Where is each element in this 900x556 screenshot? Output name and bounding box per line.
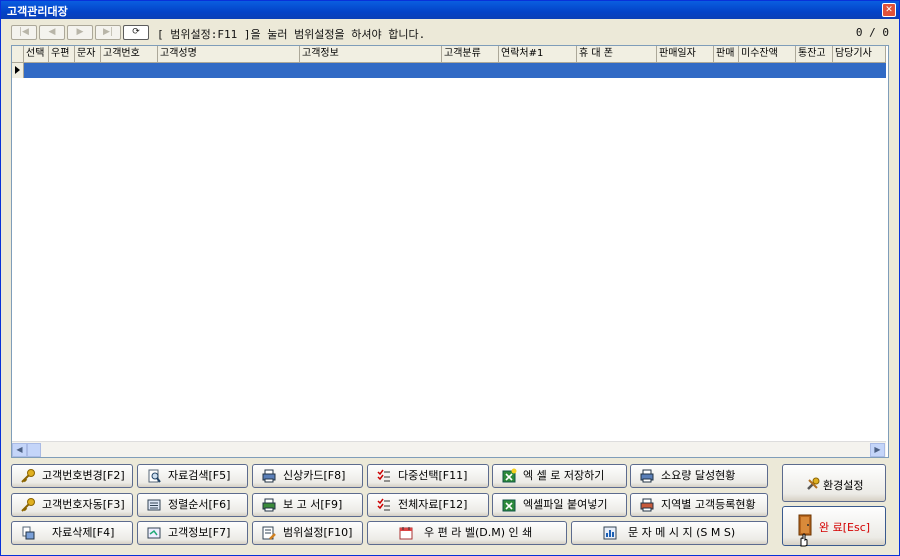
customer-grid[interactable]: 선택 우편 문자 고객번호 고객성명 고객정보 고객분류 연락처#1 휴 대 폰…	[11, 45, 889, 458]
calendar-icon	[399, 527, 413, 540]
done-button[interactable]: 완 료[Esc]	[782, 506, 886, 547]
search-icon	[148, 469, 161, 483]
scroll-right-icon[interactable]: ▶	[870, 443, 885, 457]
grid-header: 선택 우편 문자 고객번호 고객성명 고객정보 고객분류 연락처#1 휴 대 폰…	[12, 46, 886, 63]
row-pointer-icon	[12, 63, 24, 78]
main-window: 고객관리대장 ✕ |◀ ◀ ▶ ▶| ⟳ [ 범위설정:F11 ]을 눌러 범위…	[0, 0, 900, 556]
toolbar: |◀ ◀ ▶ ▶| ⟳ [ 범위설정:F11 ]을 눌러 범위설정을 하셔야 합…	[1, 19, 899, 45]
range-hint-text: [ 범위설정:F11 ]을 눌러 범위설정을 하셔야 합니다.	[157, 28, 426, 41]
excel-save-button[interactable]: 엑 셀 로 저장하기	[492, 464, 627, 488]
col-customer-name[interactable]: 고객성명	[158, 46, 300, 62]
report-button[interactable]: 보 고 서[F9]	[252, 493, 363, 517]
tools-icon	[807, 477, 820, 490]
col-customer-class[interactable]: 고객분류	[442, 46, 499, 62]
col-sale[interactable]: 판매	[714, 46, 739, 62]
col-balance[interactable]: 통잔고	[796, 46, 833, 62]
window-title: 고객관리대장	[7, 5, 68, 18]
col-manager[interactable]: 담당기사	[833, 46, 886, 62]
col-postal[interactable]: 우편	[49, 46, 75, 62]
next-record-icon[interactable]: ▶	[67, 25, 93, 40]
col-customer-info[interactable]: 고객정보	[300, 46, 442, 62]
scroll-left-icon[interactable]: ◀	[12, 443, 27, 457]
mail-label-print-button[interactable]: 우 편 라 벨(D.M) 인 쇄	[367, 521, 567, 545]
search-data-button[interactable]: 자료검색[F5]	[137, 464, 248, 488]
region-registration-button[interactable]: 지역별 고객등록현황	[630, 493, 768, 517]
printer-icon	[262, 498, 276, 512]
scroll-thumb[interactable]	[27, 443, 41, 457]
excel-save-icon	[502, 468, 517, 483]
col-mobile[interactable]: 휴 대 폰	[577, 46, 657, 62]
all-data-button[interactable]: 전체자료[F12]	[367, 493, 489, 517]
range-setting-button[interactable]: 범위설정[F10]	[252, 521, 363, 545]
edit-document-icon	[262, 526, 276, 540]
delete-data-button[interactable]: 자료삭제[F4]	[11, 521, 133, 545]
col-select[interactable]: 선택	[24, 46, 49, 62]
change-customer-no-button[interactable]: 고객번호변경[F2]	[11, 464, 133, 488]
bar-chart-icon	[603, 526, 617, 540]
printer-icon	[262, 469, 276, 483]
checklist-icon	[377, 498, 390, 511]
info-card-icon	[147, 527, 161, 539]
multi-select-button[interactable]: 다중선택[F11]	[367, 464, 489, 488]
delete-icon	[22, 526, 35, 540]
col-contact1[interactable]: 연락처#1	[499, 46, 577, 62]
col-sms[interactable]: 문자	[75, 46, 101, 62]
horizontal-scrollbar[interactable]: ◀ ▶	[12, 441, 886, 457]
sms-button[interactable]: 문 자 메 시 지 (S M S)	[571, 521, 768, 545]
last-record-icon[interactable]: ▶|	[95, 25, 121, 40]
sort-order-button[interactable]: 정렬순서[F6]	[137, 493, 248, 517]
col-sale-date[interactable]: 판매일자	[657, 46, 714, 62]
consumption-status-button[interactable]: 소요량 달성현황	[630, 464, 768, 488]
key-icon	[21, 498, 35, 512]
printer-icon	[640, 469, 654, 483]
key-icon	[21, 469, 35, 483]
printer-icon	[640, 498, 654, 512]
excel-icon	[502, 499, 516, 512]
environment-settings-button[interactable]: 환경설정	[782, 464, 886, 502]
new-card-button[interactable]: 신상카드[F8]	[252, 464, 363, 488]
record-counter: 0 / 0	[855, 26, 889, 39]
row-indicator-header	[12, 46, 24, 62]
title-bar[interactable]: 고객관리대장 ✕	[1, 1, 899, 19]
selected-row-highlight	[24, 63, 886, 78]
excel-paste-button[interactable]: 엑셀파일 붙여넣기	[492, 493, 627, 517]
col-customer-no[interactable]: 고객번호	[101, 46, 158, 62]
checklist-icon	[377, 469, 390, 482]
customer-info-button[interactable]: 고객정보[F7]	[137, 521, 248, 545]
hand-cursor-icon	[800, 533, 808, 547]
first-record-icon[interactable]: |◀	[11, 25, 37, 40]
col-unpaid[interactable]: 미수잔액	[739, 46, 796, 62]
refresh-icon[interactable]: ⟳	[123, 25, 149, 40]
prev-record-icon[interactable]: ◀	[39, 25, 65, 40]
sort-icon	[147, 499, 161, 511]
selected-row[interactable]	[12, 63, 886, 78]
close-icon[interactable]: ✕	[882, 3, 896, 17]
auto-customer-no-button[interactable]: 고객번호자동[F3]	[11, 493, 133, 517]
